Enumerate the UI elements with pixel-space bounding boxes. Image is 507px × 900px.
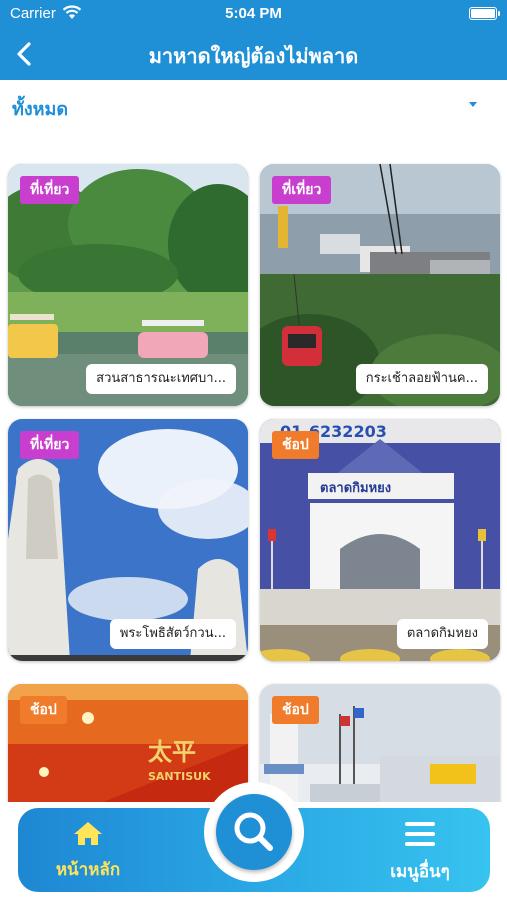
search-button[interactable] xyxy=(216,794,292,870)
shop-sign-text: SANTISUK xyxy=(148,770,211,783)
search-icon xyxy=(234,812,273,851)
page-title: มาหาดใหญ่ต้องไม่พลาด xyxy=(148,44,359,68)
place-card[interactable]: ช้อป xyxy=(260,684,500,802)
market-sign-text: ตลาดกิมหยง xyxy=(320,481,391,496)
home-icon xyxy=(74,822,102,845)
category-filter[interactable]: ทั้งหมด xyxy=(0,80,507,132)
place-card[interactable]: ที่เที่ยว พระโพธิสัตว์กวน... xyxy=(8,419,248,661)
bottom-tab-bar: หน้าหลัก เมนูอื่นๆ xyxy=(18,782,490,892)
tab-home[interactable]: หน้าหลัก xyxy=(18,820,158,888)
card-title: สวนสาธารณะเทศบา... xyxy=(86,364,236,394)
battery-icon xyxy=(469,7,500,20)
card-title: พระโพธิสัตว์กวน... xyxy=(109,619,236,649)
hamburger-menu-icon xyxy=(405,822,435,846)
tab-home-label: หน้าหลัก xyxy=(55,860,121,880)
category-badge: ที่เที่ยว xyxy=(272,176,332,204)
category-badge: ช้อป xyxy=(272,696,319,724)
card-title: ตลาดกิมหยง xyxy=(396,619,488,649)
place-card[interactable]: ที่เที่ยว สวนสาธารณะเทศบา... xyxy=(8,164,248,406)
svg-text:太平: 太平 xyxy=(148,738,196,766)
tab-more-menu[interactable]: เมนูอื่นๆ xyxy=(350,820,490,888)
nav-bar: มาหาดใหญ่ต้องไม่พลาด xyxy=(0,28,507,80)
category-badge: ช้อป xyxy=(272,431,319,459)
dropdown-caret-icon[interactable] xyxy=(469,102,477,107)
back-arrow-icon[interactable] xyxy=(10,38,42,70)
category-badge: ที่เที่ยว xyxy=(20,431,80,459)
clock: 5:04 PM xyxy=(225,5,282,22)
status-bar: Carrier 5:04 PM xyxy=(0,0,507,28)
card-title: กระเช้าลอยฟ้านค... xyxy=(355,364,488,394)
place-grid: ที่เที่ยว สวนสาธารณะเทศบา... ที่เที่ยว ก… xyxy=(0,132,507,802)
tab-more-menu-label: เมนูอื่นๆ xyxy=(390,862,450,882)
place-card[interactable]: ที่เที่ยว กระเช้าลอยฟ้านค... xyxy=(260,164,500,406)
category-badge: ที่เที่ยว xyxy=(20,176,80,204)
filter-selected-value[interactable]: ทั้งหมด xyxy=(12,94,68,123)
place-card[interactable]: 太平 SANTISUK ช้อป xyxy=(8,684,248,802)
place-card[interactable]: 01-6232203 ตลาดกิมหยง ช้อป ตลาดกิมหยง xyxy=(260,419,500,661)
category-badge: ช้อป xyxy=(20,696,67,724)
